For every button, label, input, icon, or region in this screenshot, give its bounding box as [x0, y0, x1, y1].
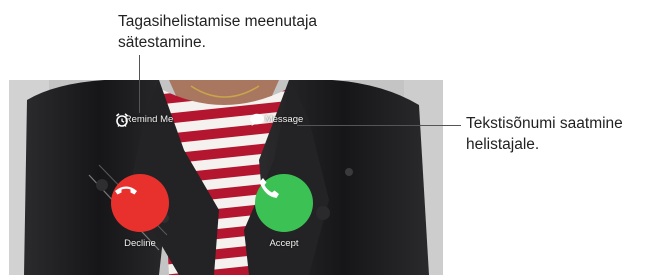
- message-button[interactable]: Message: [249, 112, 319, 126]
- decline-label: Decline: [124, 238, 156, 249]
- remind-me-button[interactable]: Remind Me: [114, 112, 184, 127]
- remind-me-callout: Tagasihelistamise meenutaja sätestamine.: [118, 11, 378, 53]
- alarm-clock-icon: [115, 113, 129, 127]
- caller-photo: [9, 80, 443, 275]
- phone-hangup-icon: [115, 186, 137, 195]
- accept-label: Accept: [269, 238, 299, 249]
- remind-me-callout-line2: sätestamine.: [118, 34, 206, 51]
- message-callout-line2: helistajale.: [466, 136, 540, 153]
- remind-me-leader-line: [139, 55, 140, 113]
- message-leader-line: [297, 125, 461, 126]
- accept-button[interactable]: [255, 174, 313, 232]
- message-callout-line1: Tekstisõnumi saatmine: [466, 115, 623, 132]
- message-callout: Tekstisõnumi saatmine helistajale.: [466, 113, 651, 155]
- phone-icon: [259, 178, 279, 198]
- incoming-call-screen: Remind Me Message Decline Accept: [9, 80, 443, 275]
- decline-button[interactable]: [111, 174, 169, 232]
- speech-bubble-icon: [250, 113, 264, 126]
- remind-me-callout-line1: Tagasihelistamise meenutaja: [118, 13, 318, 30]
